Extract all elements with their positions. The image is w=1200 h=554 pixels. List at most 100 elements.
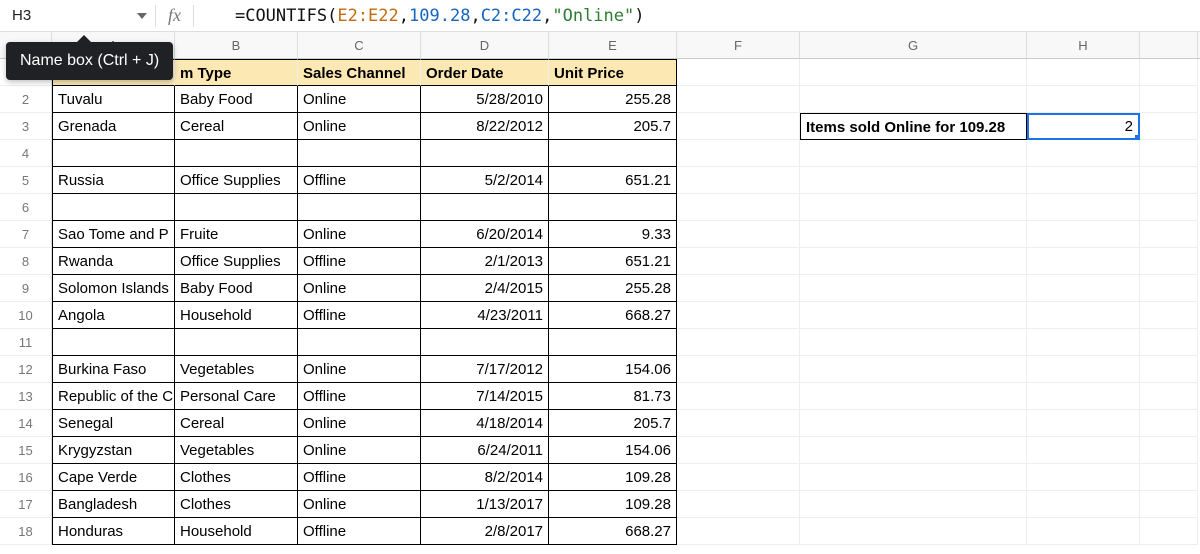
cell-item-type[interactable]: Office Supplies [175, 248, 298, 275]
cell-G[interactable] [800, 383, 1027, 410]
row-header[interactable]: 13 [0, 383, 52, 410]
row-header[interactable]: 9 [0, 275, 52, 302]
cell-extra[interactable] [1140, 86, 1198, 113]
cell-order-date[interactable]: 8/22/2012 [421, 113, 549, 140]
cell-country[interactable]: Sao Tome and P [52, 221, 175, 248]
cell-country[interactable]: Grenada [52, 113, 175, 140]
cell-sales-channel[interactable] [298, 140, 421, 167]
active-cell-H3[interactable]: 2 [1027, 113, 1140, 140]
cell-item-type[interactable]: Fruite [175, 221, 298, 248]
cell-F[interactable] [677, 437, 800, 464]
cell-H[interactable] [1027, 356, 1140, 383]
cell-order-date[interactable] [421, 140, 549, 167]
cell-unit-price[interactable] [549, 140, 677, 167]
cell-order-date[interactable]: 1/13/2017 [421, 491, 549, 518]
cell-item-type[interactable] [175, 194, 298, 221]
cell-G[interactable] [800, 221, 1027, 248]
cell-unit-price[interactable]: 109.28 [549, 464, 677, 491]
row-header[interactable]: 10 [0, 302, 52, 329]
col-header-C[interactable]: C [298, 32, 421, 58]
cell-unit-price[interactable] [549, 194, 677, 221]
cell-order-date[interactable]: 2/4/2015 [421, 275, 549, 302]
cell-sales-channel[interactable]: Offline [298, 518, 421, 545]
cell-order-date[interactable]: 5/28/2010 [421, 86, 549, 113]
name-box[interactable]: H3 [0, 0, 155, 31]
col-header-F[interactable]: F [677, 32, 800, 58]
cell-order-date[interactable]: 2/1/2013 [421, 248, 549, 275]
cell-G[interactable] [800, 167, 1027, 194]
row-header[interactable]: 7 [0, 221, 52, 248]
cell-F[interactable] [677, 86, 800, 113]
header-sales-channel[interactable]: Sales Channel [298, 59, 421, 86]
cell-extra[interactable] [1140, 437, 1198, 464]
cell-country[interactable]: Senegal [52, 410, 175, 437]
cell-H[interactable] [1027, 194, 1140, 221]
cell-unit-price[interactable]: 81.73 [549, 383, 677, 410]
cell-H[interactable] [1027, 221, 1140, 248]
cell-F[interactable] [677, 518, 800, 545]
cell-extra[interactable] [1140, 59, 1198, 86]
cell-H[interactable] [1027, 410, 1140, 437]
cell-unit-price[interactable]: 205.7 [549, 113, 677, 140]
cell-F[interactable] [677, 167, 800, 194]
cell-order-date[interactable]: 6/20/2014 [421, 221, 549, 248]
col-header-G[interactable]: G [800, 32, 1027, 58]
row-header[interactable]: 2 [0, 86, 52, 113]
row-header[interactable]: 14 [0, 410, 52, 437]
cell-unit-price[interactable]: 651.21 [549, 248, 677, 275]
cell-F[interactable] [677, 383, 800, 410]
cell-sales-channel[interactable]: Online [298, 437, 421, 464]
cell-country[interactable] [52, 140, 175, 167]
chevron-down-icon[interactable] [137, 13, 147, 19]
cell-extra[interactable] [1140, 140, 1198, 167]
cell-sales-channel[interactable]: Offline [298, 167, 421, 194]
cell-sales-channel[interactable]: Online [298, 410, 421, 437]
cell-sales-channel[interactable]: Online [298, 113, 421, 140]
cell-G[interactable] [800, 302, 1027, 329]
cell-order-date[interactable] [421, 194, 549, 221]
cell-H[interactable] [1027, 491, 1140, 518]
cell-item-type[interactable]: Personal Care [175, 383, 298, 410]
cell-G[interactable] [800, 194, 1027, 221]
cell-sales-channel[interactable]: Online [298, 491, 421, 518]
cell-F[interactable] [677, 275, 800, 302]
cell-order-date[interactable] [421, 329, 549, 356]
cell-country[interactable]: Krygyzstan [52, 437, 175, 464]
cell-order-date[interactable]: 8/2/2014 [421, 464, 549, 491]
cell-H[interactable] [1027, 275, 1140, 302]
cell-extra[interactable] [1140, 329, 1198, 356]
cell-extra[interactable] [1140, 194, 1198, 221]
cell-G[interactable] [800, 248, 1027, 275]
cell-F[interactable] [677, 221, 800, 248]
cell-G[interactable] [800, 329, 1027, 356]
cell-H[interactable] [1027, 518, 1140, 545]
cell-F[interactable] [677, 248, 800, 275]
cell-extra[interactable] [1140, 491, 1198, 518]
cell-G[interactable] [800, 464, 1027, 491]
cell-F[interactable] [677, 356, 800, 383]
cell-F[interactable] [677, 194, 800, 221]
cell-item-type[interactable]: Vegetables [175, 437, 298, 464]
cell-country[interactable]: Republic of the C [52, 383, 175, 410]
cell-order-date[interactable]: 7/17/2012 [421, 356, 549, 383]
cell-country[interactable]: Tuvalu [52, 86, 175, 113]
row-header[interactable]: 17 [0, 491, 52, 518]
cell-F[interactable] [677, 113, 800, 140]
cell-order-date[interactable]: 2/8/2017 [421, 518, 549, 545]
cell-sales-channel[interactable]: Online [298, 221, 421, 248]
spreadsheet-grid[interactable]: A B C D E F G H m TypeSales ChannelOrder… [0, 32, 1200, 545]
cell-extra[interactable] [1140, 248, 1198, 275]
cell-country[interactable]: Burkina Faso [52, 356, 175, 383]
cell-country[interactable]: Russia [52, 167, 175, 194]
col-header-B[interactable]: B [175, 32, 298, 58]
row-header[interactable]: 12 [0, 356, 52, 383]
cell-F[interactable] [677, 329, 800, 356]
cell-unit-price[interactable]: 154.06 [549, 356, 677, 383]
cell-F[interactable] [677, 491, 800, 518]
cell-country[interactable]: Solomon Islands [52, 275, 175, 302]
cell-sales-channel[interactable] [298, 329, 421, 356]
cell-unit-price[interactable]: 668.27 [549, 518, 677, 545]
row-header[interactable]: 16 [0, 464, 52, 491]
cell-item-type[interactable]: Baby Food [175, 86, 298, 113]
header-order-date[interactable]: Order Date [421, 59, 549, 86]
